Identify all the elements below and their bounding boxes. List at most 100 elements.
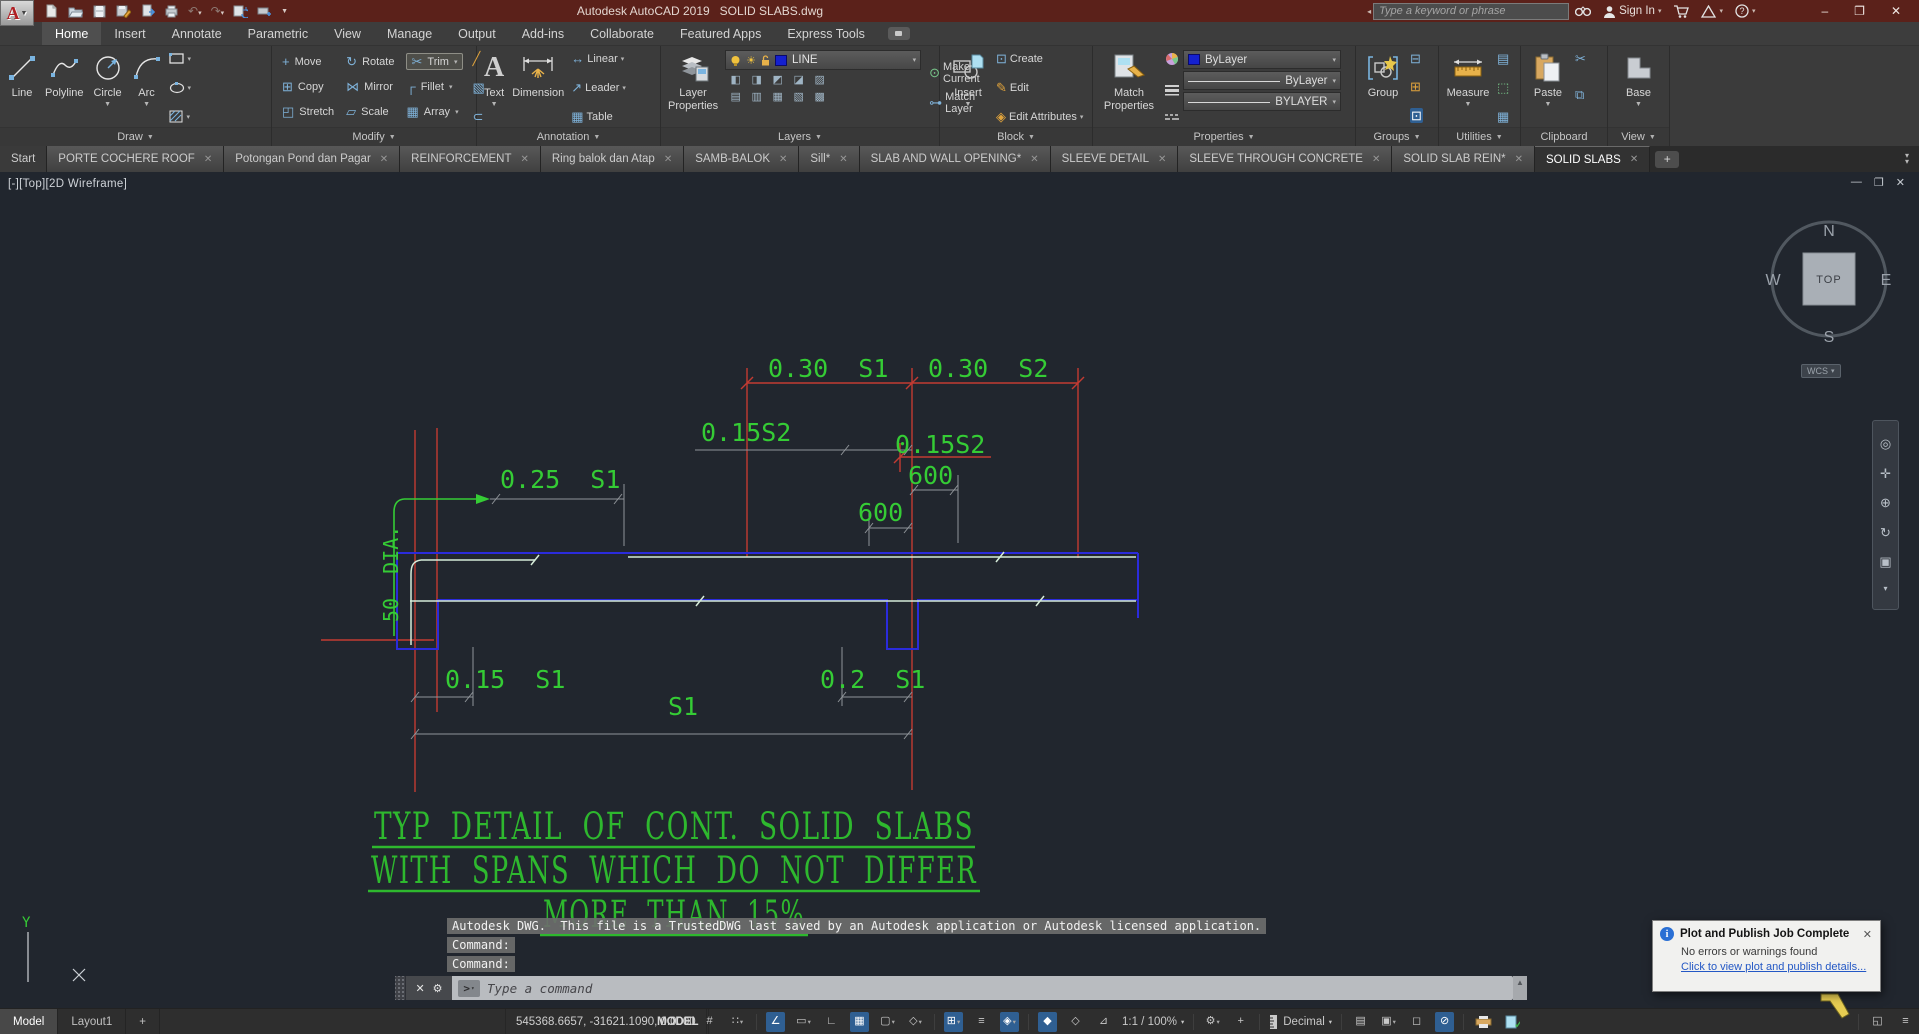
snap-mode-toggle[interactable]: ∷ ▾ [728, 1012, 747, 1032]
ribbon-tab-output[interactable]: Output [445, 22, 509, 45]
layer-walk-icon[interactable]: ▩ [811, 89, 828, 104]
dynamic-ucs-toggle[interactable]: ⊿ [1094, 1012, 1113, 1032]
tab-overflow-chevrons[interactable]: ▾ ▾ [1895, 146, 1919, 172]
file-tab-active[interactable]: SOLID SLABS ✕ [1535, 146, 1651, 172]
ribbon-tab-express-tools[interactable]: Express Tools [774, 22, 878, 45]
ribbon-tab-collaborate[interactable]: Collaborate [577, 22, 667, 45]
arc-dropdown-icon[interactable]: ▼ [143, 101, 150, 109]
panel-groups-footer[interactable]: Groups ▼ [1356, 127, 1438, 146]
group-selection-toggle[interactable]: ⊡ [1410, 108, 1423, 123]
color-wheel-icon[interactable] [1165, 52, 1179, 66]
ellipse-button[interactable]: ▾ [169, 81, 191, 94]
close-tab-icon[interactable]: ✕ [1372, 154, 1380, 165]
plot-complete-icon[interactable]: ✓ [1503, 1012, 1522, 1032]
object-snap-toggle[interactable]: ⊞ ▾ [944, 1011, 963, 1032]
create-block-button[interactable]: ⊡ Create [996, 52, 1083, 65]
dynamic-input-toggle[interactable]: ▭ ▾ [794, 1012, 813, 1032]
app-store-cart-icon[interactable] [1673, 4, 1690, 18]
lineweight-dropdown[interactable]: ByLayer ▾ [1183, 71, 1341, 90]
autoscale-toggle[interactable]: + [1231, 1012, 1250, 1032]
close-tab-icon[interactable]: ✕ [779, 154, 787, 165]
base-dropdown-icon[interactable]: ▼ [1635, 101, 1642, 109]
restore-button[interactable]: ❐ [1854, 5, 1865, 17]
viewcube-east[interactable]: E [1881, 272, 1892, 289]
quick-properties-toggle[interactable]: ▤ [1351, 1012, 1370, 1032]
dimension-button[interactable]: Dimension [509, 49, 567, 126]
navbar-dropdown-icon[interactable]: ▾ [1883, 584, 1887, 593]
plot-icon[interactable] [140, 4, 155, 19]
close-tab-icon[interactable]: ✕ [839, 154, 847, 165]
layer-properties-button[interactable]: Layer Properties [665, 49, 721, 126]
3d-object-snap-toggle[interactable]: ◇ [1066, 1012, 1085, 1032]
close-tab-icon[interactable]: ✕ [520, 154, 528, 165]
close-tab-icon[interactable]: ✕ [380, 154, 388, 165]
file-tab-start[interactable]: Start [0, 146, 48, 172]
cut-button[interactable]: ✂ [1575, 52, 1586, 65]
viewcube-south[interactable]: S [1824, 329, 1835, 346]
panel-annotation-footer[interactable]: Annotation ▼ [477, 127, 660, 146]
viewcube-north[interactable]: N [1823, 223, 1835, 240]
file-tab[interactable]: SOLID SLAB REIN* ✕ [1392, 146, 1536, 172]
leader-dropdown-icon[interactable]: ▾ [622, 84, 626, 92]
edit-block-button[interactable]: ✎ Edit [996, 81, 1083, 94]
viewcube-west[interactable]: W [1765, 272, 1781, 289]
array-button[interactable]: ▦ Array ▾ [406, 105, 462, 118]
close-tab-icon[interactable]: ✕ [204, 154, 212, 165]
command-prompt-icon[interactable]: > ▾ [458, 979, 480, 997]
match-properties-button[interactable]: Match Properties [1097, 49, 1161, 126]
full-navigation-wheel-icon[interactable]: ◎ [1880, 437, 1891, 450]
ribbon-tab-insert[interactable]: Insert [101, 22, 158, 45]
customize-button[interactable]: ≡ [1896, 1012, 1915, 1032]
leader-button[interactable]: ↗ Leader ▾ [571, 81, 626, 94]
qat-dropdown-icon[interactable]: ▼ [281, 8, 288, 15]
measure-dropdown-icon[interactable]: ▼ [1465, 101, 1472, 109]
text-dropdown-icon[interactable]: ▼ [491, 101, 498, 109]
copy-button[interactable]: ⊞ Copy [282, 80, 334, 93]
notification-link[interactable]: Click to view plot and publish details..… [1653, 958, 1880, 973]
line-button[interactable]: Line [4, 49, 40, 126]
linear-dimension-button[interactable]: ↔ Linear ▾ [571, 52, 626, 65]
array-dropdown-icon[interactable]: ▾ [455, 108, 459, 116]
file-tab[interactable]: SLAB AND WALL OPENING* ✕ [859, 146, 1051, 172]
command-customize-icon[interactable]: ⚙ [433, 982, 443, 995]
layer-unisolate-icon[interactable]: ▥ [748, 89, 765, 104]
search-collapse-icon[interactable]: ◂ [1367, 7, 1371, 16]
measure-button[interactable]: Measure ▼ [1443, 49, 1493, 126]
help-icon[interactable]: ? ▾ [1735, 4, 1755, 18]
pan-icon[interactable]: ✛ [1880, 467, 1891, 480]
group-button[interactable]: Group [1360, 49, 1406, 126]
command-bar-grip[interactable] [395, 976, 406, 1000]
search-input[interactable]: Type a keyword or phrase [1373, 2, 1570, 20]
panel-layers-footer[interactable]: Layers ▼ [661, 127, 939, 146]
close-button[interactable]: ✕ [1891, 5, 1901, 17]
linetype-list-icon[interactable] [1165, 113, 1179, 123]
isometric-drafting-toggle[interactable]: ▢ ▾ [878, 1012, 897, 1032]
file-tab[interactable]: SLEEVE THROUGH CONCRETE ✕ [1178, 146, 1393, 172]
units-control[interactable]: Decimal ▾ [1269, 1014, 1332, 1029]
zoom-icon[interactable]: ⊕ [1880, 496, 1891, 509]
lineweight-list-icon[interactable] [1165, 84, 1179, 96]
layer-isolate-icon[interactable]: ◨ [748, 72, 765, 87]
grid-display-toggle[interactable]: # [700, 1012, 719, 1032]
fillet-button[interactable]: ┌ Fillet ▾ [406, 80, 462, 93]
redo-icon[interactable]: ↷▾ [211, 5, 225, 17]
sign-in-button[interactable]: Sign In ▾ [1603, 5, 1661, 18]
panel-modify-footer[interactable]: Modify ▼ [272, 127, 476, 146]
linear-dropdown-icon[interactable]: ▾ [621, 55, 625, 63]
file-tab[interactable]: SAMB-BALOK ✕ [684, 146, 800, 172]
paste-dropdown-icon[interactable]: ▼ [1545, 101, 1552, 109]
polar-tracking-toggle[interactable]: ▦ [850, 1011, 869, 1032]
file-tab[interactable]: Ring balok dan Atap ✕ [540, 146, 685, 172]
undo-icon[interactable]: ↶▾ [188, 5, 202, 17]
hide-objects-toggle[interactable]: ⊘ [1435, 1011, 1455, 1032]
autodesk-share-icon[interactable]: ▾ [1701, 4, 1723, 18]
batch-plot-icon[interactable] [233, 4, 249, 19]
ribbon-tab-manage[interactable]: Manage [374, 22, 445, 45]
close-tab-icon[interactable]: ✕ [1158, 154, 1166, 165]
ribbon-tab-view[interactable]: View [321, 22, 374, 45]
polyline-button[interactable]: Polyline [42, 49, 87, 126]
panel-clipboard-footer[interactable]: Clipboard [1521, 127, 1607, 146]
close-tab-icon[interactable]: ✕ [1630, 154, 1638, 165]
viewcube[interactable]: TOP N W E S [1759, 209, 1899, 349]
rectangle-button[interactable]: ▾ [168, 52, 191, 65]
